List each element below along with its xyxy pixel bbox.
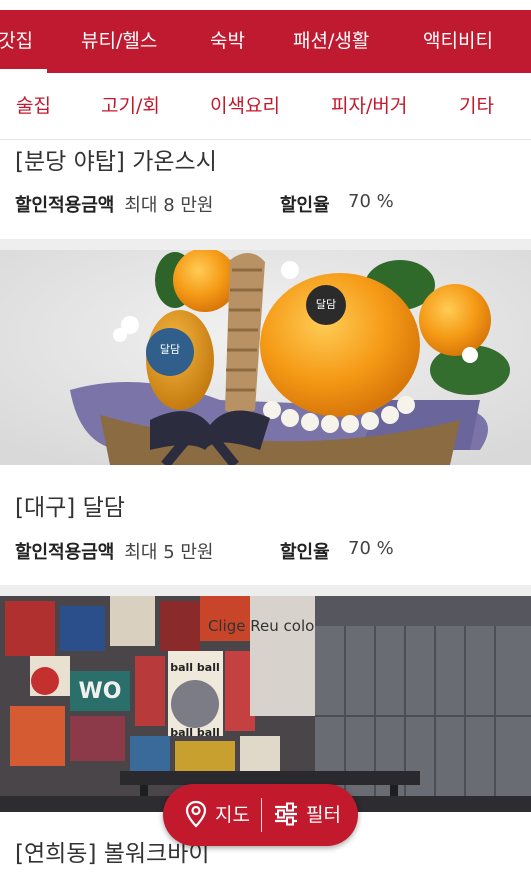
tab-fashion-life[interactable]: 패션/생활: [293, 10, 369, 73]
store-discount-info: 할인적용금액 최대 8 만원 할인율 70 %: [15, 191, 394, 217]
fab-divider: [261, 798, 262, 832]
store-photo[interactable]: 달담 달담: [0, 250, 531, 465]
cafe-interior-image: WO ball ball ball ball Clige Reu colos e…: [0, 596, 531, 812]
discount-amount-value: 최대 8 만원: [124, 195, 214, 216]
status-strip: [0, 0, 531, 10]
sub-tab-etc[interactable]: 기타: [459, 73, 494, 140]
store-discount-info: 할인적용금액 최대 5 만원 할인율 70 %: [15, 538, 394, 564]
map-pin-icon: [185, 800, 207, 828]
discount-rate-value: 70 %: [348, 538, 394, 559]
sub-tab-unique-food[interactable]: 이색요리: [210, 73, 280, 140]
sub-tab-pizza-burger[interactable]: 피자/버거: [331, 73, 407, 140]
tab-lodging[interactable]: 숙박: [210, 10, 245, 73]
poster-text: ball ball: [170, 726, 220, 739]
sub-tab-bar[interactable]: 술집: [16, 73, 51, 140]
card-separator: [0, 585, 531, 596]
svg-text:달담: 달담: [316, 298, 336, 311]
jar-sticker-text: 달담: [160, 343, 180, 356]
card-separator: [0, 239, 531, 250]
store-title[interactable]: [분당 야탑] 가온스시: [15, 142, 217, 176]
discount-rate-label: 할인율: [280, 542, 330, 563]
map-button[interactable]: 지도: [215, 784, 250, 846]
map-filter-fab: 지도 필터: [163, 784, 358, 846]
poster-text: WO: [79, 679, 122, 704]
fruit-basket-image: 달담 달담: [0, 250, 531, 465]
sub-tab-meat-sashimi[interactable]: 고기/회: [101, 73, 160, 140]
filter-button[interactable]: 필터: [306, 784, 341, 846]
discount-amount-label: 할인적용금액: [15, 195, 115, 216]
discount-rate-value: 70 %: [348, 191, 394, 212]
discount-amount-label: 할인적용금액: [15, 542, 115, 563]
sub-category-nav: 술집 고기/회 이색요리 피자/버거 기타: [0, 73, 531, 140]
tab-beauty-health[interactable]: 뷰티/헬스: [81, 10, 157, 73]
store-photo[interactable]: WO ball ball ball ball Clige Reu colos e…: [0, 596, 531, 812]
poster-text: ball ball: [170, 661, 220, 674]
tab-activity[interactable]: 액티비티: [423, 10, 493, 73]
discount-rate-label: 할인율: [280, 195, 330, 216]
filter-sliders-icon: [275, 802, 297, 826]
tab-food[interactable]: 갓집: [0, 10, 33, 73]
main-category-nav: 갓집 뷰티/헬스 숙박 패션/생활 액티비티: [0, 10, 531, 73]
store-title[interactable]: [대구] 달담: [15, 488, 125, 522]
discount-amount-value: 최대 5 만원: [124, 542, 214, 563]
